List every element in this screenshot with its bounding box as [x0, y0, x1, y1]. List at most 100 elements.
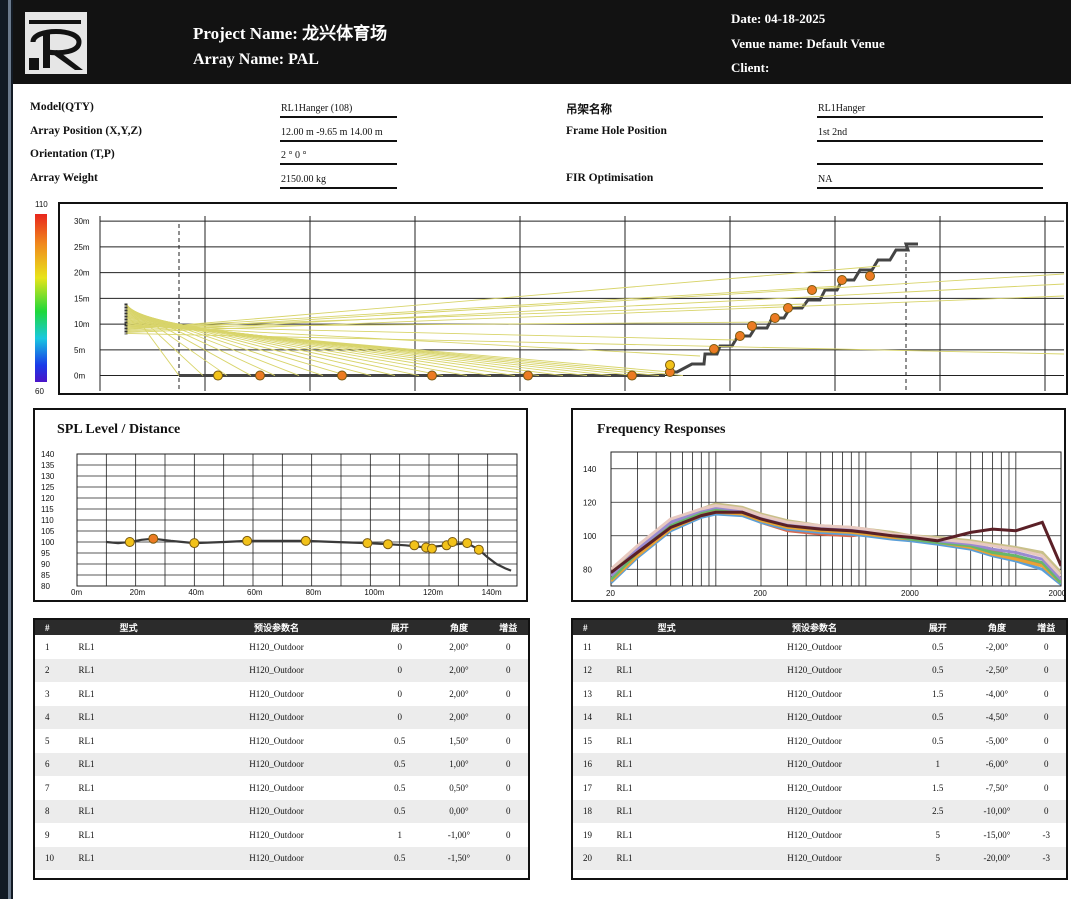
- table-cell: 1,00°: [429, 752, 489, 776]
- coverage-ray: [125, 295, 1065, 333]
- spl-point: [300, 535, 311, 546]
- table-row[interactable]: 2 RL1 H120_Outdoor 0 2,00° 0: [35, 658, 528, 682]
- table-cell: RL1: [612, 705, 721, 729]
- table-cell: 0: [1044, 735, 1049, 746]
- table-cell: H120_Outdoor: [249, 688, 304, 699]
- report-page[interactable]: Project Name: 龙兴体育场 Array Name: PAL Date…: [13, 0, 1071, 899]
- table-cell: H120_Outdoor: [720, 705, 909, 729]
- table-cell: 5: [935, 829, 941, 840]
- table-column-header: 角度: [429, 620, 489, 635]
- table-cell: 4: [35, 705, 75, 729]
- table-row[interactable]: 11 RL1 H120_Outdoor 0.5 -2,00° 0: [573, 635, 1066, 659]
- spl-y-tick: 135: [41, 461, 55, 470]
- table-cell: RL1: [78, 688, 95, 699]
- model-value: RL1Hanger (108): [280, 101, 397, 118]
- spl-y-tick: 90: [41, 560, 50, 569]
- table-cell: -6,00°: [967, 752, 1027, 776]
- table-column-header: #: [35, 620, 75, 635]
- table-cell: H120_Outdoor: [787, 641, 842, 652]
- report-header: Project Name: 龙兴体育场 Array Name: PAL Date…: [13, 0, 1071, 84]
- spl-y-tick: 85: [41, 571, 50, 580]
- tier-point: [709, 344, 719, 354]
- table-cell: -5,00°: [985, 735, 1009, 746]
- table-row[interactable]: 12 RL1 H120_Outdoor 0.5 -2,50° 0: [573, 658, 1066, 682]
- table-column-header: 展开: [908, 620, 968, 635]
- table-cell: RL1: [74, 658, 183, 682]
- table-cell: 13: [583, 688, 592, 699]
- table-row[interactable]: 5 RL1 H120_Outdoor 0.5 1,50° 0: [35, 729, 528, 753]
- frequency-response-chart[interactable]: 140 120 100 80 20 200 2000 20000: [573, 410, 1071, 600]
- table-cell: RL1: [78, 641, 95, 652]
- table-cell: 1,50°: [449, 735, 469, 746]
- spl-x-tick: 80m: [306, 588, 322, 597]
- table-row[interactable]: 4 RL1 H120_Outdoor 0 2,00° 0: [35, 705, 528, 729]
- table-cell: 0: [488, 705, 528, 729]
- table-cell: 0: [1026, 799, 1066, 823]
- table-cell: 0: [1026, 658, 1066, 682]
- table-row[interactable]: 1 RL1 H120_Outdoor 0 2,00° 0: [35, 635, 528, 659]
- table-row[interactable]: 16 RL1 H120_Outdoor 1 -6,00° 0: [573, 752, 1066, 776]
- coverage-y-tick: 0m: [74, 372, 85, 381]
- table-header-row: # 型式 预设参数名 展开 角度 增益: [573, 620, 1066, 635]
- table-cell: 5: [45, 735, 50, 746]
- table-cell: H120_Outdoor: [182, 752, 371, 776]
- table-cell: H120_Outdoor: [720, 752, 909, 776]
- table-row[interactable]: 7 RL1 H120_Outdoor 0.5 0,50° 0: [35, 776, 528, 800]
- table-header-row: # 型式 预设参数名 展开 角度 增益: [35, 620, 528, 635]
- table-cell: 0.5: [908, 705, 968, 729]
- freq-x-tick: 20: [606, 589, 615, 598]
- table-row[interactable]: 3 RL1 H120_Outdoor 0 2,00° 0: [35, 682, 528, 706]
- table-cell: 8: [35, 799, 75, 823]
- table-cell: RL1: [616, 735, 633, 746]
- report-window: Project Name: 龙兴体育场 Array Name: PAL Date…: [0, 0, 1071, 899]
- table-row[interactable]: 14 RL1 H120_Outdoor 0.5 -4,50° 0: [573, 705, 1066, 729]
- table-column-header: 角度: [967, 620, 1027, 635]
- cabinet-table-left: # 型式 预设参数名 展开 角度 增益 1 RL1 H120_Outdoor 0 2,00° 0 2 RL…: [35, 620, 528, 870]
- table-cell: 0.5: [370, 752, 430, 776]
- table-row[interactable]: 15 RL1 H120_Outdoor 0.5 -5,00° 0: [573, 729, 1066, 753]
- frame-hole-value: 1st 2nd: [817, 125, 1043, 142]
- spl-distance-chart[interactable]: 140 135 130 125 120 115 110 105 100 95 90 85 80 0m 20m…: [35, 410, 526, 600]
- table-cell: RL1: [74, 752, 183, 776]
- table-column-header: 型式: [74, 620, 183, 635]
- table-row[interactable]: 6 RL1 H120_Outdoor 0.5 1,00° 0: [35, 752, 528, 776]
- orientation-label: Orientation (T,P): [30, 148, 115, 160]
- table-cell: 2,00°: [449, 641, 469, 652]
- model-label: Model(QTY): [30, 101, 94, 113]
- table-row[interactable]: 18 RL1 H120_Outdoor 2.5 -10,00° 0: [573, 799, 1066, 823]
- table-cell: H120_Outdoor: [720, 846, 909, 870]
- tier-point: [865, 271, 875, 281]
- table-cell: 2,00°: [429, 658, 489, 682]
- coverage-ray: [125, 323, 671, 373]
- table-row[interactable]: 19 RL1 H120_Outdoor 5 -15,00° -3: [573, 823, 1066, 847]
- table-row[interactable]: 13 RL1 H120_Outdoor 1.5 -4,00° 0: [573, 682, 1066, 706]
- table-cell: 1: [397, 829, 403, 840]
- coverage-section-chart[interactable]: 30m 25m 20m 15m 10m 5m 0m: [60, 204, 1066, 393]
- table-cell: -4,00°: [985, 688, 1009, 699]
- spl-point: [409, 540, 420, 551]
- spl-y-tick: 105: [41, 527, 55, 536]
- spl-x-tick: 140m: [482, 588, 502, 597]
- table-column-header: 增益: [1026, 620, 1066, 635]
- table-cell: 16: [573, 752, 613, 776]
- position-label: Array Position (X,Y,Z): [30, 125, 143, 137]
- array-name: Array Name: PAL: [193, 51, 319, 68]
- freq-y-tick: 80: [583, 565, 592, 574]
- table-cell: -1,00°: [447, 829, 471, 840]
- coverage-y-tick: 15m: [74, 294, 90, 303]
- table-row[interactable]: 10 RL1 H120_Outdoor 0.5 -1,50° 0: [35, 846, 528, 870]
- table-cell: 18: [573, 799, 613, 823]
- coverage-section-panel: 30m 25m 20m 15m 10m 5m 0m: [58, 202, 1068, 395]
- audience-point: [627, 370, 637, 381]
- spl-x-tick: 120m: [423, 588, 443, 597]
- table-row[interactable]: 20 RL1 H120_Outdoor 5 -20,00° -3: [573, 846, 1066, 870]
- table-cell: RL1: [78, 782, 95, 793]
- table-row[interactable]: 17 RL1 H120_Outdoor 1.5 -7,50° 0: [573, 776, 1066, 800]
- table-cell: 6: [35, 752, 75, 776]
- table-cell: RL1: [612, 846, 721, 870]
- table-row[interactable]: 9 RL1 H120_Outdoor 1 -1,00° 0: [35, 823, 528, 847]
- coverage-y-tick: 10m: [74, 320, 90, 329]
- table-row[interactable]: 8 RL1 H120_Outdoor 0.5 0,00° 0: [35, 799, 528, 823]
- table-cell: 3: [45, 688, 50, 699]
- weight-label: Array Weight: [30, 172, 98, 184]
